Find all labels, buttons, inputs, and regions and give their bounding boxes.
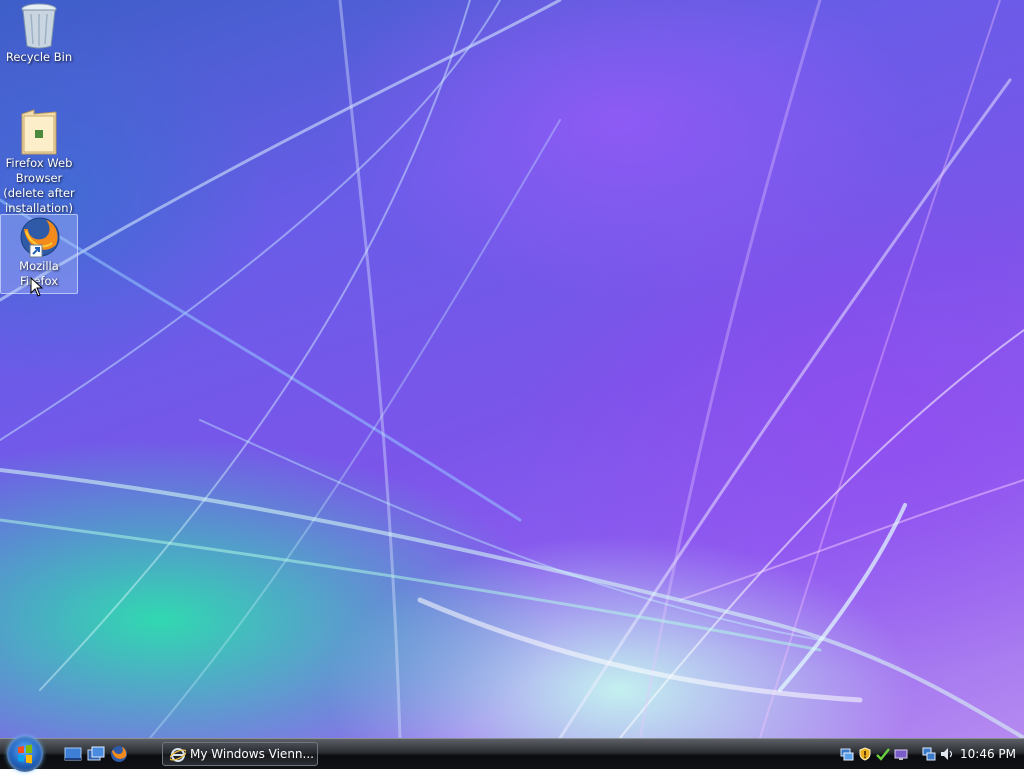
firefox-icon — [111, 746, 127, 762]
network-icon — [840, 748, 854, 761]
desktop-icon-firefox-installer-folder[interactable]: Firefox Web Browser (delete after instal… — [1, 108, 77, 220]
firefox-icon — [20, 217, 60, 258]
mouse-cursor-icon — [30, 277, 44, 297]
show-desktop-icon — [64, 747, 82, 761]
tray-network[interactable] — [840, 746, 854, 761]
quick-launch-show-desktop[interactable] — [64, 745, 82, 763]
desktop-icon-recycle-bin[interactable]: Recycle Bin — [1, 2, 77, 72]
desktop-icon-label: Firefox Web Browser (delete after instal… — [3, 156, 75, 215]
tray-display[interactable] — [894, 746, 908, 760]
quick-launch-firefox[interactable] — [110, 745, 128, 763]
folder-icon — [21, 109, 57, 155]
desktop-icon-label: Recycle Bin — [5, 50, 73, 64]
volume-icon — [941, 748, 953, 760]
display-icon — [894, 749, 908, 760]
quick-launch-switch-windows[interactable] — [87, 745, 105, 763]
start-button[interactable] — [7, 736, 43, 772]
desktop[interactable]: Recycle Bin Firefox Web Browser (delete … — [0, 0, 1024, 738]
windows-orb-icon — [18, 744, 32, 764]
taskbar-window-title: My Windows Vienn... — [190, 747, 314, 761]
switch-windows-icon — [87, 746, 105, 761]
tray-security-center[interactable] — [858, 746, 872, 761]
tray-network-connection[interactable] — [922, 746, 936, 761]
tray-volume[interactable] — [940, 746, 954, 760]
wallpaper-aurora — [0, 0, 1024, 738]
taskbar-window-button[interactable]: My Windows Vienn... — [162, 742, 318, 766]
taskbar-clock[interactable]: 10:46 PM — [960, 739, 1016, 769]
ie-icon — [170, 748, 186, 762]
recycle-bin-icon — [21, 3, 57, 49]
safely-remove-icon — [876, 748, 890, 761]
tray-safely-remove[interactable] — [876, 746, 890, 761]
network-connection-icon — [922, 747, 936, 761]
taskbar: My Windows Vienn... 10:46 PM — [0, 736, 1024, 772]
security-shield-icon — [859, 747, 871, 761]
